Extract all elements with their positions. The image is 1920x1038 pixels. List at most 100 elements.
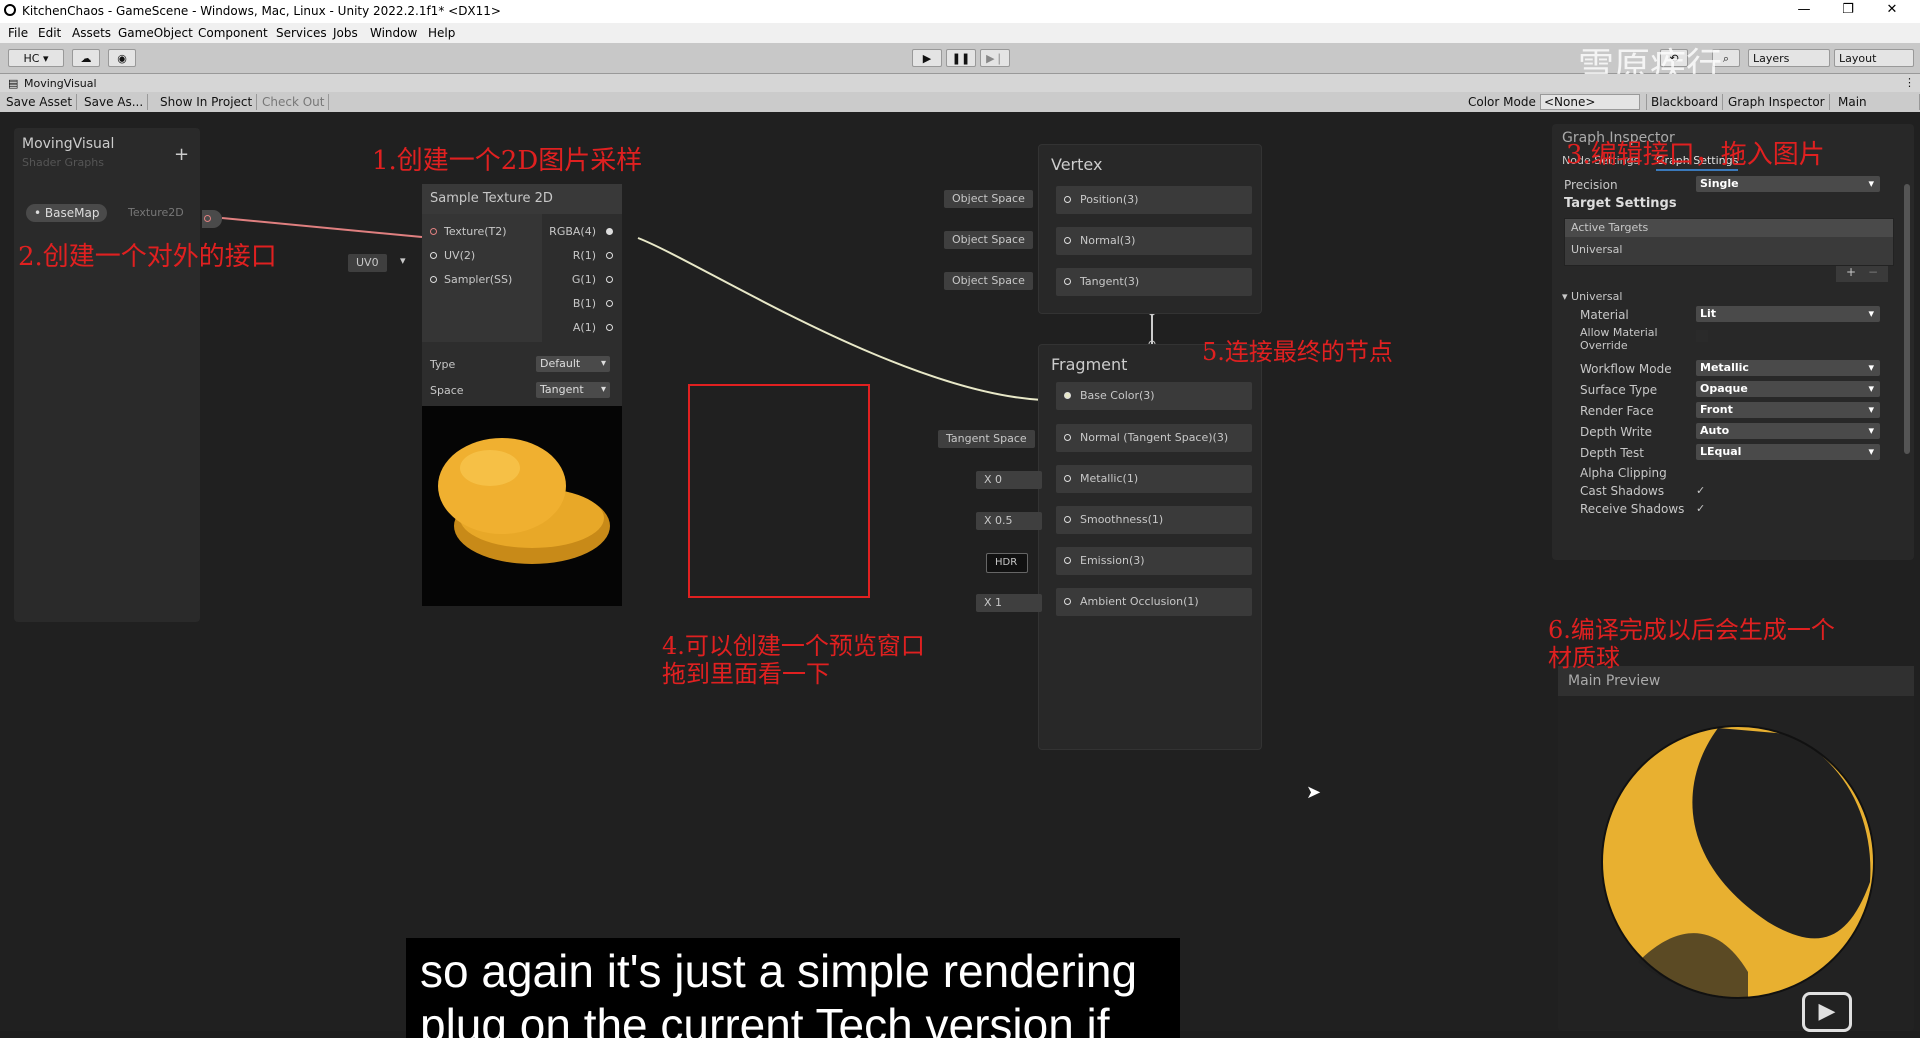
close-button[interactable]: ✕	[1872, 2, 1912, 20]
universal-foldout[interactable]: ▾ Universal	[1562, 290, 1622, 303]
tangent-slot[interactable]: Tangent(3)	[1056, 268, 1252, 296]
smoothness-slot[interactable]: Smoothness(1)	[1056, 506, 1252, 534]
b-output-port[interactable]	[606, 300, 613, 307]
tab-moving-visual[interactable]: MovingVisual	[24, 77, 97, 90]
cloud-icon[interactable]: ☁	[72, 49, 100, 67]
color-mode-dropdown[interactable]: <None>	[1540, 94, 1640, 110]
render-face-dropdown[interactable]: Front	[1696, 402, 1880, 418]
target-settings-heading: Target Settings	[1564, 196, 1677, 211]
layers-dropdown[interactable]: Layers	[1748, 49, 1830, 67]
menu-assets[interactable]: Assets	[72, 26, 111, 40]
surface-type-dropdown[interactable]: Opaque	[1696, 381, 1880, 397]
material-dropdown[interactable]: Lit	[1696, 306, 1880, 322]
uv-input[interactable]: UV0 ▾	[340, 254, 418, 272]
g-output-port[interactable]	[606, 276, 613, 283]
depth-write-dropdown[interactable]: Auto	[1696, 423, 1880, 439]
metallic-input[interactable]: X 0	[976, 471, 1042, 489]
minimize-button[interactable]: —	[1784, 2, 1824, 20]
uv-input-port[interactable]	[430, 252, 437, 259]
blackboard-title: MovingVisual	[22, 136, 115, 152]
smoothness-port[interactable]	[1064, 516, 1071, 523]
normal-ts-slot[interactable]: Normal (Tangent Space)(3)	[1056, 424, 1252, 452]
base-color-slot[interactable]: Base Color(3)	[1056, 382, 1252, 410]
tab-menu-icon[interactable]: ⋮	[1904, 76, 1915, 89]
rgba-output-port[interactable]	[606, 228, 613, 235]
emission-port[interactable]	[1064, 557, 1071, 564]
layout-dropdown[interactable]: Layout	[1834, 49, 1914, 67]
alpha-clipping-checkbox[interactable]	[1696, 466, 1708, 478]
emission-slot[interactable]: Emission(3)	[1056, 547, 1252, 575]
type-dropdown[interactable]: Default	[536, 356, 610, 372]
add-property-button[interactable]: +	[174, 144, 189, 165]
normal-port[interactable]	[1064, 237, 1071, 244]
add-target-icon[interactable]: +	[1846, 265, 1856, 279]
metallic-slot[interactable]: Metallic(1)	[1056, 465, 1252, 493]
base-color-port[interactable]	[1064, 392, 1071, 399]
position-input[interactable]: Object Space	[944, 190, 1033, 208]
menu-component[interactable]: Component	[198, 26, 268, 40]
sample-texture-2d-node[interactable]: Sample Texture 2D Texture(T2) UV(2) Samp…	[422, 184, 622, 606]
main-preview-toggle[interactable]: Main Preview	[1834, 94, 1920, 125]
basemap-property[interactable]: • BaseMap	[26, 204, 108, 222]
type-label: Type	[430, 358, 456, 371]
space-dropdown[interactable]: Tangent	[536, 382, 610, 398]
material-sphere-preview[interactable]	[1598, 722, 1878, 1002]
annotation-5: 5.连接最终的节点	[1202, 338, 1393, 366]
metallic-port[interactable]	[1064, 475, 1071, 482]
allow-override-checkbox[interactable]	[1696, 330, 1708, 342]
menu-services[interactable]: Services	[276, 26, 327, 40]
precision-dropdown[interactable]: Single	[1696, 176, 1880, 192]
menu-file[interactable]: File	[8, 26, 28, 40]
collab-icon[interactable]: ◉	[108, 49, 136, 67]
ambient-occlusion-port[interactable]	[1064, 598, 1071, 605]
save-asset-button[interactable]: Save Asset	[2, 94, 78, 110]
inspector-row-label: Render Face	[1580, 404, 1654, 418]
normal-slot[interactable]: Normal(3)	[1056, 227, 1252, 255]
inspector-scrollbar[interactable]	[1904, 184, 1910, 454]
position-slot[interactable]: Position(3)	[1056, 186, 1252, 214]
texture-input-port[interactable]	[430, 228, 437, 235]
normal-input[interactable]: Object Space	[944, 231, 1033, 249]
show-in-project-button[interactable]: Show In Project	[156, 94, 258, 110]
menu-gameobject[interactable]: GameObject	[118, 26, 193, 40]
remove-target-icon[interactable]: −	[1868, 265, 1878, 279]
tangent-input[interactable]: Object Space	[944, 272, 1033, 290]
menu-edit[interactable]: Edit	[38, 26, 61, 40]
pause-button[interactable]: ❚❚	[946, 49, 976, 67]
graph-inspector-toggle[interactable]: Graph Inspector	[1724, 94, 1830, 110]
play-button[interactable]: ▶	[912, 49, 942, 67]
position-port[interactable]	[1064, 196, 1071, 203]
fragment-title: Fragment	[1051, 355, 1128, 374]
basemap-node-output[interactable]	[202, 210, 222, 228]
restore-button[interactable]: ❐	[1828, 2, 1868, 20]
blackboard-subtitle: Shader Graphs	[22, 156, 104, 169]
save-as-button[interactable]: Save As...	[80, 94, 149, 110]
video-play-icon[interactable]: ▶	[1802, 992, 1852, 1032]
tangent-port[interactable]	[1064, 278, 1071, 285]
smoothness-input[interactable]: X 0.5	[976, 512, 1042, 530]
target-universal-item[interactable]: Universal	[1571, 243, 1622, 256]
check-out-button[interactable]: Check Out	[258, 94, 330, 110]
unity-logo-icon	[4, 4, 16, 16]
step-button[interactable]: ▶❘	[980, 49, 1010, 67]
menu-jobs[interactable]: Jobs	[333, 26, 358, 40]
normal-ts-port[interactable]	[1064, 434, 1071, 441]
blackboard-toggle[interactable]: Blackboard	[1646, 94, 1724, 110]
workflow-mode-dropdown[interactable]: Metallic	[1696, 360, 1880, 376]
depth-test-dropdown[interactable]: LEqual	[1696, 444, 1880, 460]
account-dropdown[interactable]: HC ▾	[8, 49, 64, 67]
cast-shadows-checkbox[interactable]: ✓	[1696, 484, 1705, 497]
ambient-occlusion-input[interactable]: X 1	[976, 594, 1042, 612]
menu-help[interactable]: Help	[428, 26, 455, 40]
emission-input[interactable]: HDR	[986, 553, 1028, 573]
receive-shadows-checkbox[interactable]: ✓	[1696, 502, 1705, 515]
shader-graph-canvas[interactable]: MovingVisual Shader Graphs + • BaseMap T…	[0, 112, 1920, 1032]
r-output-port[interactable]	[606, 252, 613, 259]
normal-ts-input[interactable]: Tangent Space	[938, 430, 1035, 448]
uv-dropdown[interactable]: UV0	[348, 254, 387, 272]
subtitle-line-1: so again it's just a simple rendering	[420, 945, 1138, 997]
a-output-port[interactable]	[606, 324, 613, 331]
menu-window[interactable]: Window	[370, 26, 417, 40]
ambient-occlusion-slot[interactable]: Ambient Occlusion(1)	[1056, 588, 1252, 616]
sampler-input-port[interactable]	[430, 276, 437, 283]
